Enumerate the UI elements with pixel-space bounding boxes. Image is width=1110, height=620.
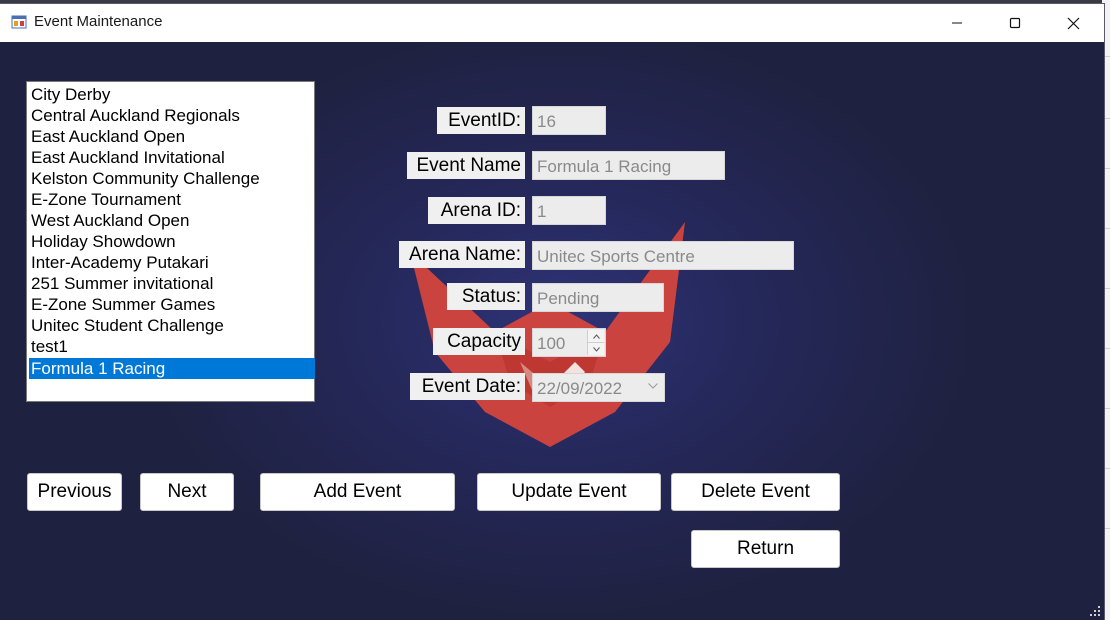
return-button[interactable]: Return (691, 530, 840, 568)
minimize-icon (952, 22, 962, 24)
maximize-button[interactable] (986, 4, 1044, 42)
list-item[interactable]: E-Zone Summer Games (29, 294, 315, 315)
capacity-stepper[interactable]: 100 (532, 328, 606, 357)
list-item[interactable]: Holiday Showdown (29, 231, 315, 252)
list-item[interactable]: West Auckland Open (29, 210, 315, 231)
event-id-label: EventID: (437, 107, 525, 134)
spin-down-icon[interactable] (588, 342, 604, 355)
delete-event-button[interactable]: Delete Event (671, 473, 840, 511)
list-item[interactable]: City Derby (29, 84, 315, 105)
list-item-selected[interactable]: Formula 1 Racing (29, 358, 315, 379)
minimize-button[interactable] (928, 4, 986, 42)
event-id-field[interactable]: 16 (532, 106, 606, 135)
event-name-label: Event Name (407, 152, 525, 179)
status-label: Status: (447, 283, 525, 310)
list-item[interactable]: Unitec Student Challenge (29, 315, 315, 336)
capacity-spin-buttons[interactable] (587, 330, 604, 355)
event-date-picker[interactable]: 22/09/2022 (532, 373, 665, 402)
app-window-icon (11, 15, 27, 29)
list-item[interactable]: E-Zone Tournament (29, 189, 315, 210)
spin-up-icon[interactable] (588, 330, 604, 342)
event-maintenance-window: Event Maintenance City Derby Central Auc… (0, 4, 1104, 620)
title-bar[interactable]: Event Maintenance (0, 4, 1104, 42)
list-item[interactable]: East Auckland Open (29, 126, 315, 147)
list-item[interactable]: 251 Summer invitational (29, 273, 315, 294)
event-date-value: 22/09/2022 (537, 379, 623, 398)
capacity-value: 100 (537, 334, 566, 353)
event-name-field[interactable]: Formula 1 Racing (532, 151, 725, 180)
list-item[interactable]: Kelston Community Challenge (29, 168, 315, 189)
close-icon (1067, 17, 1079, 29)
status-field[interactable]: Pending (532, 283, 664, 312)
previous-button[interactable]: Previous (27, 473, 122, 511)
form-client-area: City Derby Central Auckland Regionals Ea… (0, 42, 1104, 620)
capacity-label: Capacity (433, 328, 525, 355)
arena-name-label: Arena Name: (399, 241, 525, 268)
chevron-down-icon (648, 383, 658, 389)
list-item[interactable]: Inter-Academy Putakari (29, 252, 315, 273)
add-event-button[interactable]: Add Event (260, 473, 455, 511)
event-date-label: Event Date: (410, 373, 525, 400)
list-item[interactable]: test1 (29, 336, 315, 357)
list-item[interactable]: East Auckland Invitational (29, 147, 315, 168)
maximize-icon (1009, 17, 1021, 29)
next-button[interactable]: Next (140, 473, 234, 511)
window-title: Event Maintenance (34, 13, 163, 30)
list-item[interactable]: Central Auckland Regionals (29, 105, 315, 126)
close-button[interactable] (1044, 4, 1102, 42)
arena-id-label: Arena ID: (428, 197, 525, 224)
resize-grip-icon[interactable] (1088, 604, 1102, 618)
update-event-button[interactable]: Update Event (477, 473, 661, 511)
arena-name-field[interactable]: Unitec Sports Centre (532, 241, 794, 270)
events-listbox[interactable]: City Derby Central Auckland Regionals Ea… (26, 81, 315, 402)
arena-id-field[interactable]: 1 (532, 196, 606, 225)
